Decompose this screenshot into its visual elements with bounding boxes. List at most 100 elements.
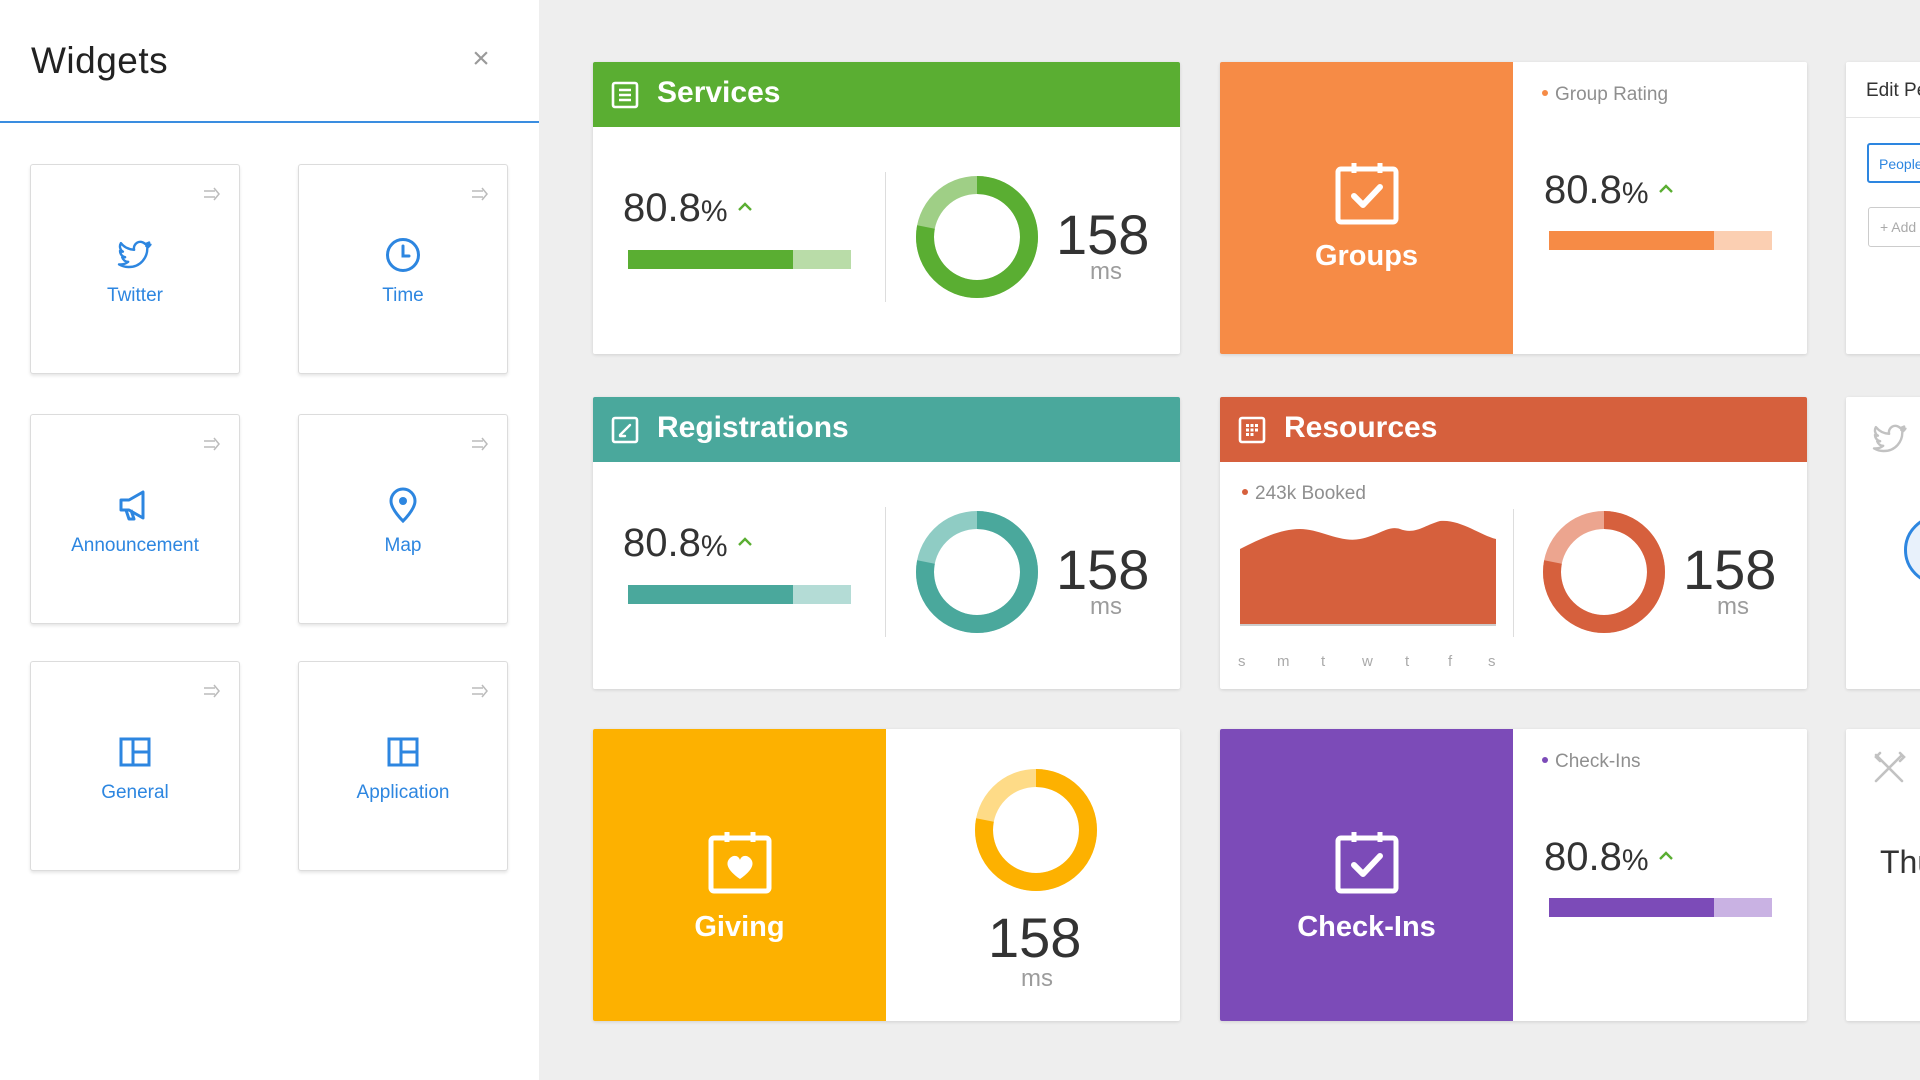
giving-number: 158 bbox=[988, 906, 1082, 969]
divider bbox=[885, 507, 886, 637]
event-day-text: Thu bbox=[1880, 844, 1920, 880]
day-tick-label: t bbox=[1405, 653, 1410, 670]
checkins-progress-fill bbox=[1549, 898, 1715, 917]
services-progress-bar bbox=[628, 250, 851, 269]
resources-day-axis: s m t w t f s bbox=[1238, 653, 1504, 673]
twitter-bird-icon bbox=[1872, 424, 1907, 453]
giving-card[interactable]: Giving 158 ms bbox=[593, 729, 1180, 1021]
services-card-header: Services bbox=[593, 62, 1180, 127]
resources-unit: ms bbox=[1717, 593, 1749, 620]
widget-label-time: Time bbox=[382, 285, 424, 306]
resources-title: Resources bbox=[1284, 411, 1438, 444]
twitter-bird-icon bbox=[117, 240, 152, 269]
day-tick-label: s bbox=[1238, 653, 1246, 670]
tools-icon bbox=[1874, 751, 1906, 783]
people-button[interactable]: People bbox=[1867, 143, 1920, 183]
services-progress-fill bbox=[628, 250, 794, 269]
sidebar-title: Widgets bbox=[31, 40, 169, 81]
checkins-progress-bar bbox=[1549, 898, 1772, 917]
day-tick-label: w bbox=[1362, 653, 1373, 670]
services-percent: 80.8% bbox=[623, 186, 752, 231]
widget-label-map: Map bbox=[384, 535, 422, 556]
widget-label-application: Application bbox=[356, 782, 450, 803]
registrations-card-header: Registrations bbox=[593, 397, 1180, 462]
day-tick-label: s bbox=[1488, 653, 1496, 670]
checkins-card[interactable]: Check-Ins Check-Ins 80.8% bbox=[1220, 729, 1807, 1021]
registrations-progress-fill bbox=[628, 585, 794, 604]
megaphone-icon bbox=[119, 490, 145, 521]
groups-card[interactable]: Groups Group Rating 80.8% bbox=[1220, 62, 1807, 354]
edit-icon bbox=[611, 416, 639, 444]
resources-area-series bbox=[1240, 520, 1496, 625]
drag-handle-icon[interactable] bbox=[203, 187, 221, 201]
trend-up-icon bbox=[737, 537, 752, 546]
resources-card[interactable]: Resources 243k Booked s m t w t f s 158 … bbox=[1220, 397, 1807, 689]
services-donut-chart bbox=[916, 176, 1038, 298]
giving-donut-chart bbox=[975, 769, 1097, 891]
layout-icon bbox=[119, 737, 151, 767]
edit-card-title: Edit Pe bbox=[1866, 80, 1920, 101]
widget-tile-map[interactable]: Map bbox=[298, 414, 508, 624]
registrations-title: Registrations bbox=[657, 411, 849, 444]
widget-label-twitter: Twitter bbox=[107, 285, 163, 306]
services-card[interactable]: Services 80.8% 158 ms bbox=[593, 62, 1180, 354]
widget-tile-time[interactable]: Time bbox=[298, 164, 508, 374]
groups-progress-bar bbox=[1549, 231, 1772, 250]
avatar[interactable] bbox=[1904, 515, 1920, 585]
drag-handle-icon[interactable] bbox=[471, 684, 489, 698]
layout-icon bbox=[387, 737, 419, 767]
drag-handle-icon[interactable] bbox=[471, 187, 489, 201]
trend-up-icon bbox=[737, 202, 752, 211]
day-tick-label: m bbox=[1277, 653, 1290, 670]
registrations-donut-chart bbox=[916, 511, 1038, 633]
resources-legend: 243k Booked bbox=[1242, 483, 1366, 505]
calendar-check-icon bbox=[1335, 163, 1398, 225]
twitter-feed-card[interactable] bbox=[1846, 397, 1920, 689]
widget-tile-announcement[interactable]: Announcement bbox=[30, 414, 240, 624]
checkins-color-panel: Check-Ins bbox=[1220, 729, 1513, 1021]
sidebar-header: Widgets × bbox=[0, 0, 539, 123]
registrations-percent: 80.8% bbox=[623, 521, 752, 566]
groups-progress-fill bbox=[1549, 231, 1715, 250]
widget-tile-application[interactable]: Application bbox=[298, 661, 508, 871]
day-tick-label: f bbox=[1448, 653, 1453, 670]
registrations-progress-bar bbox=[628, 585, 851, 604]
checkins-legend: Check-Ins bbox=[1542, 751, 1641, 773]
drag-handle-icon[interactable] bbox=[203, 684, 221, 698]
legend-dot bbox=[1542, 757, 1548, 763]
divider bbox=[885, 172, 886, 302]
checkins-percent: 80.8% bbox=[1544, 835, 1673, 880]
add-button[interactable]: + Add bbox=[1868, 207, 1920, 247]
widget-tile-general[interactable]: General bbox=[30, 661, 240, 871]
clock-icon bbox=[386, 238, 420, 272]
widget-label-general: General bbox=[101, 782, 169, 803]
groups-title: Groups bbox=[1314, 240, 1419, 272]
groups-color-panel: Groups bbox=[1220, 62, 1513, 354]
drag-handle-icon[interactable] bbox=[203, 437, 221, 451]
divider bbox=[1513, 509, 1514, 637]
edit-people-card[interactable]: Edit Pe People + Add bbox=[1846, 62, 1920, 354]
services-title: Services bbox=[657, 76, 781, 109]
services-unit: ms bbox=[1090, 258, 1122, 285]
legend-dot bbox=[1542, 90, 1548, 96]
giving-color-panel: Giving bbox=[593, 729, 886, 1021]
map-pin-icon bbox=[389, 487, 417, 524]
resources-donut-chart bbox=[1543, 511, 1665, 633]
widgets-sidebar: Widgets × Twitter Time Announcement Map … bbox=[0, 0, 539, 1080]
resources-card-header: Resources bbox=[1220, 397, 1807, 462]
groups-legend: Group Rating bbox=[1542, 84, 1668, 106]
registrations-card[interactable]: Registrations 80.8% 158 ms bbox=[593, 397, 1180, 689]
checkins-title: Check-Ins bbox=[1297, 911, 1436, 943]
registrations-unit: ms bbox=[1090, 593, 1122, 620]
widget-tile-twitter[interactable]: Twitter bbox=[30, 164, 240, 374]
day-tick-label: t bbox=[1321, 653, 1326, 670]
widget-label-announcement: Announcement bbox=[71, 535, 199, 556]
groups-percent: 80.8% bbox=[1544, 168, 1673, 213]
trend-up-icon bbox=[1658, 184, 1673, 193]
giving-unit: ms bbox=[1021, 965, 1053, 992]
event-card[interactable]: Thu bbox=[1846, 729, 1920, 1021]
divider bbox=[1846, 117, 1920, 118]
drag-handle-icon[interactable] bbox=[471, 437, 489, 451]
close-icon[interactable]: × bbox=[468, 44, 494, 74]
resources-area-chart bbox=[1240, 520, 1496, 626]
